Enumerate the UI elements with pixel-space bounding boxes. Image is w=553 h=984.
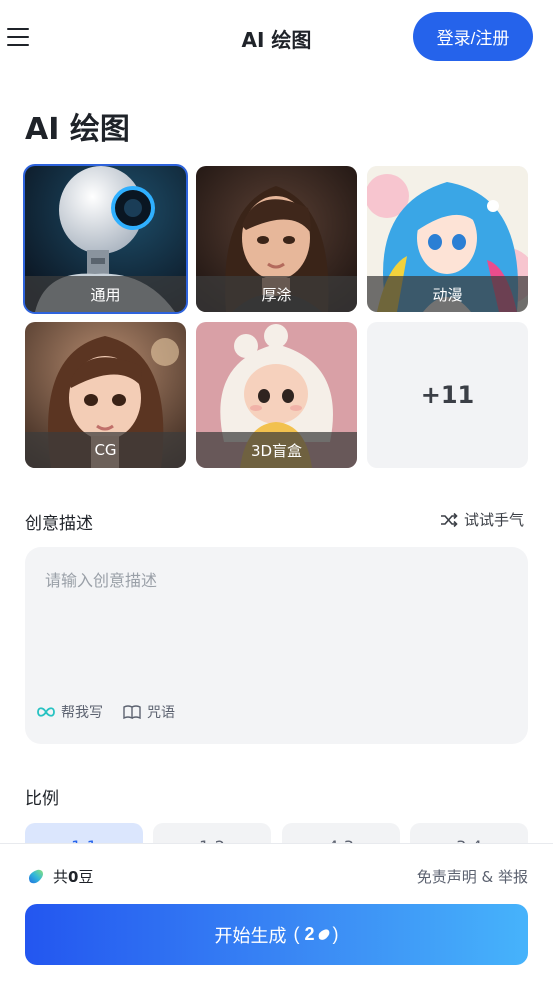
style-label: CG: [25, 432, 186, 468]
style-card-anime[interactable]: 动漫: [367, 166, 528, 312]
prompt-section-label: 创意描述: [25, 514, 93, 534]
prompt-input[interactable]: [45, 567, 505, 687]
bean-suffix: 豆: [78, 868, 94, 886]
generate-cost: ( 2: [288, 924, 315, 944]
more-styles-button[interactable]: +11: [367, 322, 528, 468]
style-grid: 通用 厚涂 动漫 CG 3D盲盒 +11: [23, 164, 528, 468]
style-label: 通用: [25, 276, 186, 312]
help-write-label: 帮我写: [61, 705, 103, 721]
style-card-thick-paint[interactable]: 厚涂: [196, 166, 357, 312]
prompt-box: 帮我写 咒语: [25, 547, 528, 744]
generate-cost-close: ): [332, 924, 339, 944]
style-card-cg[interactable]: CG: [25, 322, 186, 468]
style-card-general[interactable]: 通用: [23, 164, 188, 314]
help-write-button[interactable]: 帮我写: [37, 702, 103, 722]
top-bar: AI 绘图 登录/注册: [0, 0, 553, 72]
page-title: AI 绘图: [25, 112, 130, 147]
generate-label: 开始生成: [214, 925, 287, 946]
ratio-section-label: 比例: [25, 789, 59, 809]
style-card-3d-blind-box[interactable]: 3D盲盒: [196, 322, 357, 468]
style-label: 厚涂: [196, 276, 357, 312]
style-label: 动漫: [367, 276, 528, 312]
spell-button[interactable]: 咒语: [123, 702, 175, 722]
bean-prefix: 共: [53, 868, 69, 886]
login-register-button[interactable]: 登录/注册: [413, 12, 533, 61]
spell-label: 咒语: [147, 705, 175, 721]
generate-button[interactable]: 开始生成 ( 2 ): [25, 904, 528, 965]
infinity-icon: [37, 707, 55, 717]
bean-icon: [318, 928, 329, 940]
bean-count: 0: [68, 868, 79, 886]
bottom-bar: 共0豆 免责声明 & 举报 开始生成 ( 2 ): [0, 843, 553, 984]
book-icon: [123, 705, 141, 719]
random-prompt-button[interactable]: 试试手气: [440, 509, 524, 530]
bean-balance: 共0豆: [27, 866, 93, 887]
shuffle-icon: [441, 512, 458, 527]
style-label: 3D盲盒: [196, 432, 357, 468]
random-prompt-label: 试试手气: [464, 511, 525, 529]
bean-icon: [29, 869, 43, 883]
disclaimer-report-link[interactable]: 免责声明 & 举报: [417, 866, 528, 887]
